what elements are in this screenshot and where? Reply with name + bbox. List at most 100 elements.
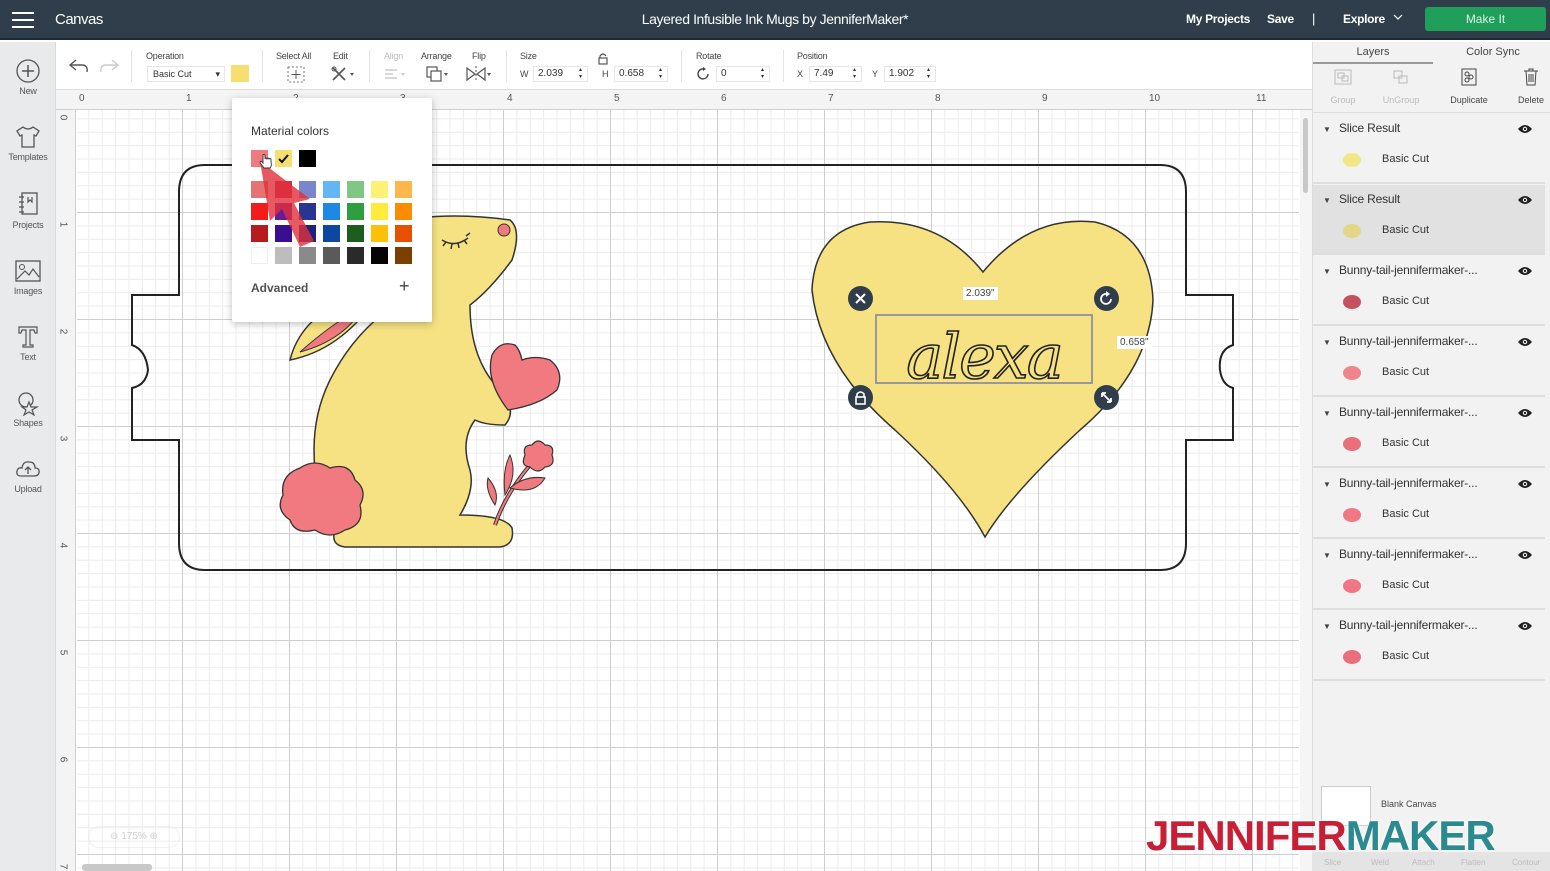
- x-label: X: [797, 69, 804, 79]
- chevron-down-icon[interactable]: [1393, 12, 1403, 22]
- x-position-input[interactable]: 7.49: [809, 66, 862, 82]
- edit-toolbar: Operation Basic Cut Select All Edit Alig…: [56, 42, 1312, 90]
- layer-thumbnail: [1343, 508, 1361, 522]
- divider: [783, 50, 784, 82]
- caret-down-icon[interactable]: ▼: [1323, 267, 1331, 276]
- material-color-swatch[interactable]: [395, 247, 412, 264]
- selection-box[interactable]: [875, 314, 1093, 384]
- flip-icon[interactable]: [465, 65, 493, 83]
- rotate-icon: [697, 67, 709, 80]
- width-input[interactable]: 2.039: [533, 66, 588, 82]
- material-color-swatch[interactable]: [251, 247, 268, 264]
- material-color-swatch[interactable]: [395, 203, 412, 220]
- color-swatch-button[interactable]: [231, 65, 249, 82]
- eye-icon[interactable]: [1517, 266, 1533, 276]
- rotate-handle[interactable]: [1094, 286, 1119, 311]
- material-color-swatch[interactable]: [371, 203, 388, 220]
- delete-handle[interactable]: [848, 286, 873, 311]
- material-color-swatch[interactable]: [275, 247, 292, 264]
- ruler-tick-label: 10: [1149, 93, 1161, 104]
- caret-down-icon[interactable]: ▼: [1323, 480, 1331, 489]
- zoom-out-icon[interactable]: ⊖: [110, 831, 121, 842]
- ungroup-button[interactable]: UnGroup: [1371, 68, 1431, 105]
- sidebar-item-images[interactable]: Images: [0, 258, 56, 318]
- horizontal-scrollbar-thumb[interactable]: [82, 864, 152, 871]
- duplicate-button[interactable]: Duplicate: [1439, 68, 1499, 105]
- redo-icon[interactable]: [98, 58, 120, 74]
- caret-down-icon[interactable]: ▼: [1323, 622, 1331, 631]
- tab-color-sync[interactable]: Color Sync: [1435, 42, 1550, 64]
- sidebar-item-shapes[interactable]: Shapes: [0, 390, 56, 450]
- my-projects-link[interactable]: My Projects: [1186, 12, 1250, 26]
- eye-icon[interactable]: [1517, 550, 1533, 560]
- material-color-swatch[interactable]: [347, 203, 364, 220]
- layer-item[interactable]: ▼ Bunny-tail-jennifermaker-... Basic Cut: [1313, 611, 1545, 681]
- caret-down-icon[interactable]: ▼: [1323, 551, 1331, 560]
- zoom-in-icon[interactable]: ⊕: [147, 831, 158, 842]
- top-bar: Canvas Layered Infusible Ink Mugs by Jen…: [0, 0, 1550, 40]
- material-color-swatch[interactable]: [371, 225, 388, 242]
- layer-item[interactable]: ▼ Bunny-tail-jennifermaker-... Basic Cut: [1313, 398, 1545, 468]
- arrange-icon[interactable]: [425, 65, 451, 83]
- lock-icon[interactable]: [598, 52, 608, 65]
- edit-scissors-icon[interactable]: [330, 65, 356, 83]
- material-color-swatch[interactable]: [347, 247, 364, 264]
- material-color-swatch[interactable]: [323, 247, 340, 264]
- eye-icon[interactable]: [1517, 479, 1533, 489]
- height-input[interactable]: 0.658: [614, 66, 668, 82]
- material-color-swatch[interactable]: [299, 247, 316, 264]
- caret-down-icon[interactable]: ▼: [1323, 125, 1331, 134]
- sidebar-item-new[interactable]: New: [0, 58, 56, 118]
- material-color-swatch[interactable]: [323, 181, 340, 198]
- material-color-swatch[interactable]: [371, 247, 388, 264]
- eye-icon[interactable]: [1517, 124, 1533, 134]
- material-color-swatch[interactable]: [347, 225, 364, 242]
- bunny-tail: [279, 462, 364, 536]
- eye-icon[interactable]: [1517, 195, 1533, 205]
- explore-link[interactable]: Explore: [1343, 12, 1385, 26]
- align-icon[interactable]: [384, 68, 408, 80]
- operation-label: Operation: [146, 51, 184, 61]
- make-it-button[interactable]: Make It: [1425, 7, 1546, 31]
- advanced-label[interactable]: Advanced: [251, 281, 308, 295]
- sidebar-item-templates[interactable]: Templates: [0, 124, 56, 184]
- sidebar-item-upload[interactable]: Upload: [0, 456, 56, 516]
- y-position-input[interactable]: 1.902: [884, 66, 936, 82]
- layer-item[interactable]: ▼ Bunny-tail-jennifermaker-... Basic Cut: [1313, 256, 1545, 326]
- layer-item[interactable]: ▼ Bunny-tail-jennifermaker-... Basic Cut: [1313, 540, 1545, 610]
- material-color-swatch[interactable]: [323, 203, 340, 220]
- eye-icon[interactable]: [1517, 408, 1533, 418]
- lock-handle[interactable]: [848, 385, 873, 410]
- zoom-control[interactable]: ⊖ 175% ⊕: [88, 826, 180, 848]
- caret-down-icon[interactable]: ▼: [1323, 196, 1331, 205]
- layer-item[interactable]: ▼ Slice Result Basic Cut: [1313, 185, 1545, 255]
- material-color-swatch[interactable]: [395, 225, 412, 242]
- layer-item[interactable]: ▼ Bunny-tail-jennifermaker-... Basic Cut: [1313, 327, 1545, 397]
- operation-select[interactable]: Basic Cut: [147, 66, 225, 82]
- material-color-swatch[interactable]: [395, 181, 412, 198]
- caret-down-icon[interactable]: ▼: [1323, 338, 1331, 347]
- caret-down-icon[interactable]: ▼: [1323, 409, 1331, 418]
- select-all-icon[interactable]: [287, 66, 305, 83]
- advanced-plus-icon[interactable]: +: [399, 276, 410, 297]
- sidebar-item-text[interactable]: Text: [0, 324, 56, 384]
- contour-button[interactable]: Contour: [1512, 858, 1540, 867]
- delete-button[interactable]: Delete: [1501, 68, 1550, 105]
- undo-icon[interactable]: [68, 58, 90, 74]
- eye-icon[interactable]: [1517, 621, 1533, 631]
- material-color-swatch[interactable]: [323, 225, 340, 242]
- resize-handle[interactable]: [1094, 385, 1119, 410]
- rotate-input[interactable]: 0: [716, 66, 770, 82]
- material-color-swatch[interactable]: [347, 181, 364, 198]
- layer-operation: Basic Cut: [1382, 579, 1430, 591]
- eye-icon[interactable]: [1517, 337, 1533, 347]
- sidebar-item-projects[interactable]: Projects: [0, 190, 56, 250]
- layer-item[interactable]: ▼ Slice Result Basic Cut: [1313, 114, 1545, 184]
- vertical-scrollbar[interactable]: [1300, 110, 1312, 871]
- tab-layers[interactable]: Layers: [1313, 42, 1433, 64]
- group-button[interactable]: Group: [1313, 68, 1373, 105]
- layer-item[interactable]: ▼ Bunny-tail-jennifermaker-... Basic Cut: [1313, 469, 1545, 539]
- save-link[interactable]: Save: [1267, 12, 1294, 26]
- material-color-swatch[interactable]: [371, 181, 388, 198]
- scrollbar-thumb[interactable]: [1303, 118, 1308, 193]
